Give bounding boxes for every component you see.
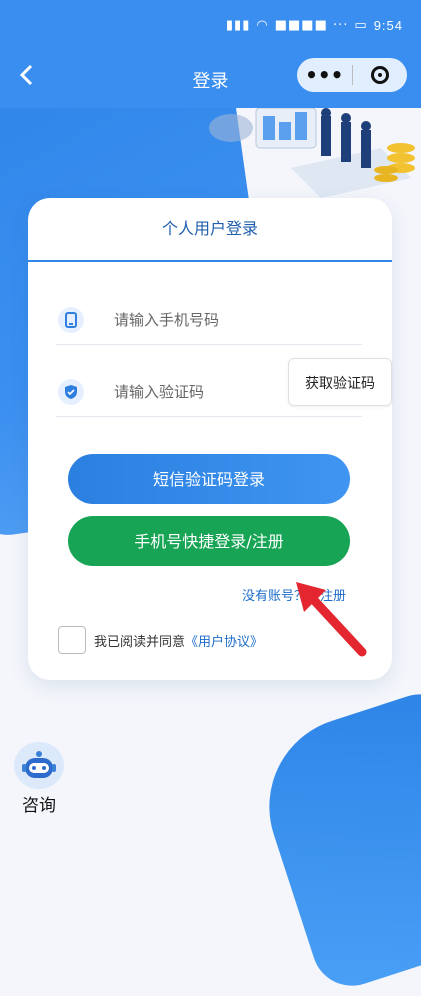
status-bar: ▮▮▮ ◠ ■■■■ ··· ▭ 9:54 xyxy=(0,0,421,52)
consult-label: 咨询 xyxy=(22,796,56,816)
shield-icon xyxy=(58,379,84,405)
agreement-prefix: 我已阅读并同意 xyxy=(94,634,186,650)
user-agreement-link[interactable]: 《用户协议》 xyxy=(185,635,263,650)
more-button[interactable]: ••• xyxy=(297,65,352,85)
robot-icon xyxy=(14,742,64,789)
code-input[interactable] xyxy=(112,382,276,402)
status-icons: ▮▮▮ ◠ ■■■■ ··· ▭ 9:54 xyxy=(226,18,403,33)
wifi-icon: ◠ xyxy=(256,18,269,33)
card-title: 个人用户登录 xyxy=(28,198,392,262)
signal-icon: ▮▮▮ xyxy=(225,18,251,33)
consult-button[interactable]: 咨询 xyxy=(6,742,72,816)
status-time: 9:54 xyxy=(373,18,403,33)
nav-bar: 登录 ••• xyxy=(0,52,421,108)
code-field: 获取验证码 xyxy=(56,358,392,417)
phone-input[interactable] xyxy=(112,310,276,330)
battery-icon: ▭ xyxy=(354,18,368,33)
app-notification-icons: ■■■■ ··· xyxy=(274,18,349,33)
agreement-checkbox[interactable] xyxy=(58,626,86,654)
close-miniprogram-button[interactable] xyxy=(353,66,408,84)
phone-icon xyxy=(58,307,84,333)
sms-login-button[interactable]: 短信验证码登录 xyxy=(68,454,350,504)
red-arrow-annotation xyxy=(296,582,367,657)
get-code-button[interactable]: 获取验证码 xyxy=(288,358,392,406)
business-illustration xyxy=(209,108,415,198)
agreement-text: 我已阅读并同意《用户协议》 xyxy=(94,631,263,650)
mini-program-capsule: ••• xyxy=(297,58,407,92)
target-icon xyxy=(370,66,389,84)
background-shape-bottom xyxy=(245,683,421,996)
quick-login-button[interactable]: 手机号快捷登录/注册 xyxy=(68,516,350,566)
phone-field xyxy=(56,296,362,345)
agreement-row: 我已阅读并同意《用户协议》 xyxy=(58,626,263,654)
